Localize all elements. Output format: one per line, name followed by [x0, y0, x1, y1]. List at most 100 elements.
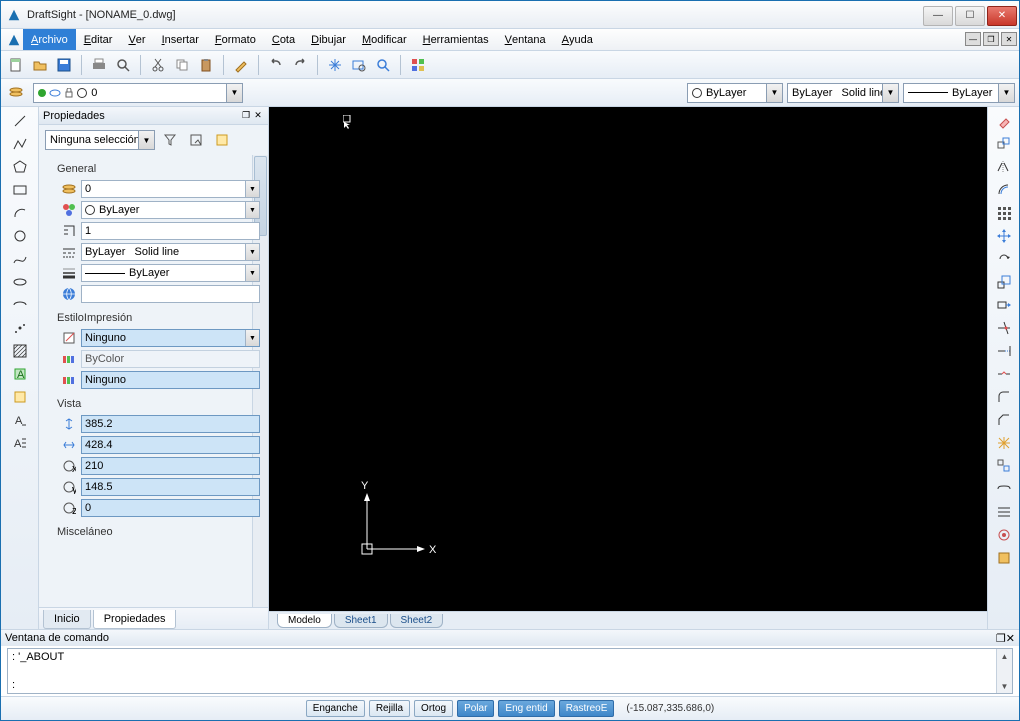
save-button[interactable]: [53, 54, 75, 76]
prop-view-height[interactable]: 385.2: [81, 415, 260, 433]
status-rejilla[interactable]: Rejilla: [369, 700, 410, 717]
selection-combo[interactable]: Ninguna selección ▼: [45, 130, 155, 150]
status-enganche[interactable]: Enganche: [306, 700, 365, 717]
status-polar[interactable]: Polar: [457, 700, 494, 717]
text-tool[interactable]: A: [9, 410, 31, 430]
prop-layer[interactable]: 0▼: [81, 180, 260, 198]
toggle-pickadd-button[interactable]: [211, 129, 233, 151]
mtext-tool[interactable]: A: [9, 433, 31, 453]
copy-button[interactable]: [171, 54, 193, 76]
mdi-minimize[interactable]: —: [965, 32, 981, 46]
stretch-tool[interactable]: [993, 295, 1015, 315]
tab-propiedades[interactable]: Propiedades: [93, 610, 177, 629]
prop-view-width[interactable]: 428.4: [81, 436, 260, 454]
tab-modelo[interactable]: Modelo: [277, 614, 332, 628]
mdi-close[interactable]: ✕: [1001, 32, 1017, 46]
prop-printtable[interactable]: Ninguno: [81, 371, 260, 389]
edit-hatch-tool[interactable]: [993, 548, 1015, 568]
ellipse-arc-tool[interactable]: [9, 295, 31, 315]
tab-sheet2[interactable]: Sheet2: [390, 614, 444, 628]
hatch-tool[interactable]: [9, 341, 31, 361]
linestyle-combo[interactable]: ByLayer Solid line ▼: [787, 83, 899, 103]
dropdown-icon[interactable]: ▼: [882, 84, 898, 102]
menu-insertar[interactable]: Insertar: [154, 29, 207, 50]
menu-modificar[interactable]: Modificar: [354, 29, 415, 50]
extend-tool[interactable]: [993, 341, 1015, 361]
props-float-icon[interactable]: ❐: [240, 110, 252, 122]
zoom-window-button[interactable]: [348, 54, 370, 76]
move-tool[interactable]: [993, 226, 1015, 246]
dropdown-icon[interactable]: ▼: [766, 84, 782, 102]
chamfer-tool[interactable]: [993, 410, 1015, 430]
maximize-button[interactable]: ☐: [955, 6, 985, 26]
quickselect-button[interactable]: [159, 129, 181, 151]
linecolor-combo[interactable]: ByLayer ▼: [687, 83, 783, 103]
drawing-canvas[interactable]: Y X: [269, 107, 987, 611]
menu-formato[interactable]: Formato: [207, 29, 264, 50]
select-objects-button[interactable]: [185, 129, 207, 151]
menu-ver[interactable]: Ver: [120, 29, 153, 50]
menu-dibujar[interactable]: Dibujar: [303, 29, 354, 50]
offset-tool[interactable]: [993, 180, 1015, 200]
lineweight-combo[interactable]: ByLayer ▼: [903, 83, 1015, 103]
pan-button[interactable]: [324, 54, 346, 76]
edit-polyline-tool[interactable]: [993, 525, 1015, 545]
status-eng-entid[interactable]: Eng entid: [498, 700, 554, 717]
menu-cota[interactable]: Cota: [264, 29, 303, 50]
minimize-button[interactable]: —: [923, 6, 953, 26]
rectangle-tool[interactable]: [9, 180, 31, 200]
polyline-tool[interactable]: [9, 134, 31, 154]
cmd-close-icon[interactable]: ✕: [1006, 632, 1015, 645]
menu-editar[interactable]: Editar: [76, 29, 121, 50]
make-block-tool[interactable]: [9, 387, 31, 407]
prop-lineweight[interactable]: ByLayer▼: [81, 264, 260, 282]
prop-center-y[interactable]: 148.5: [81, 478, 260, 496]
tab-sheet1[interactable]: Sheet1: [334, 614, 388, 628]
erase-tool[interactable]: [993, 111, 1015, 131]
redo-button[interactable]: [289, 54, 311, 76]
cmd-float-icon[interactable]: ❐: [996, 632, 1006, 645]
prop-center-z[interactable]: 0: [81, 499, 260, 517]
paste-button[interactable]: [195, 54, 217, 76]
prop-linestyle[interactable]: ByLayer Solid line▼: [81, 243, 260, 261]
prop-scale[interactable]: 1: [81, 222, 260, 240]
app-menu-icon[interactable]: [5, 29, 23, 50]
properties-button[interactable]: [407, 54, 429, 76]
undo-button[interactable]: [265, 54, 287, 76]
matchprops-button[interactable]: [230, 54, 252, 76]
print-preview-button[interactable]: [112, 54, 134, 76]
cut-button[interactable]: [147, 54, 169, 76]
command-input[interactable]: : '_ABOUT : ▲▼: [7, 648, 1013, 694]
point-tool[interactable]: [9, 318, 31, 338]
menu-ventana[interactable]: Ventana: [497, 29, 554, 50]
new-button[interactable]: [5, 54, 27, 76]
print-button[interactable]: [88, 54, 110, 76]
status-ortog[interactable]: Ortog: [414, 700, 453, 717]
spline-tool[interactable]: [9, 249, 31, 269]
dropdown-icon[interactable]: ▼: [998, 84, 1014, 102]
layer-combo[interactable]: 0 ▼: [33, 83, 243, 103]
layer-manager-button[interactable]: [5, 82, 27, 104]
fillet-tool[interactable]: [993, 387, 1015, 407]
prop-hyperlink[interactable]: [81, 285, 260, 303]
menu-archivo[interactable]: Archivo: [23, 29, 76, 50]
prop-linecolor[interactable]: ByLayer▼: [81, 201, 260, 219]
arc-tool[interactable]: [9, 203, 31, 223]
props-close-icon[interactable]: ✕: [252, 110, 264, 122]
tab-inicio[interactable]: Inicio: [43, 610, 91, 629]
trim-tool[interactable]: [993, 318, 1015, 338]
menu-ayuda[interactable]: Ayuda: [554, 29, 601, 50]
line-tool[interactable]: [9, 111, 31, 131]
rotate-tool[interactable]: [993, 249, 1015, 269]
explode-tool[interactable]: [993, 433, 1015, 453]
dropdown-icon[interactable]: ▼: [226, 84, 242, 102]
align-tool[interactable]: [993, 456, 1015, 476]
join-tool[interactable]: [993, 479, 1015, 499]
scale-tool[interactable]: [993, 272, 1015, 292]
status-rastreoe[interactable]: RastreoE: [559, 700, 615, 717]
prop-printstyle[interactable]: Ninguno▼: [81, 329, 260, 347]
ellipse-tool[interactable]: [9, 272, 31, 292]
close-button[interactable]: ✕: [987, 6, 1017, 26]
zoom-extents-button[interactable]: [372, 54, 394, 76]
mdi-restore[interactable]: ❐: [983, 32, 999, 46]
